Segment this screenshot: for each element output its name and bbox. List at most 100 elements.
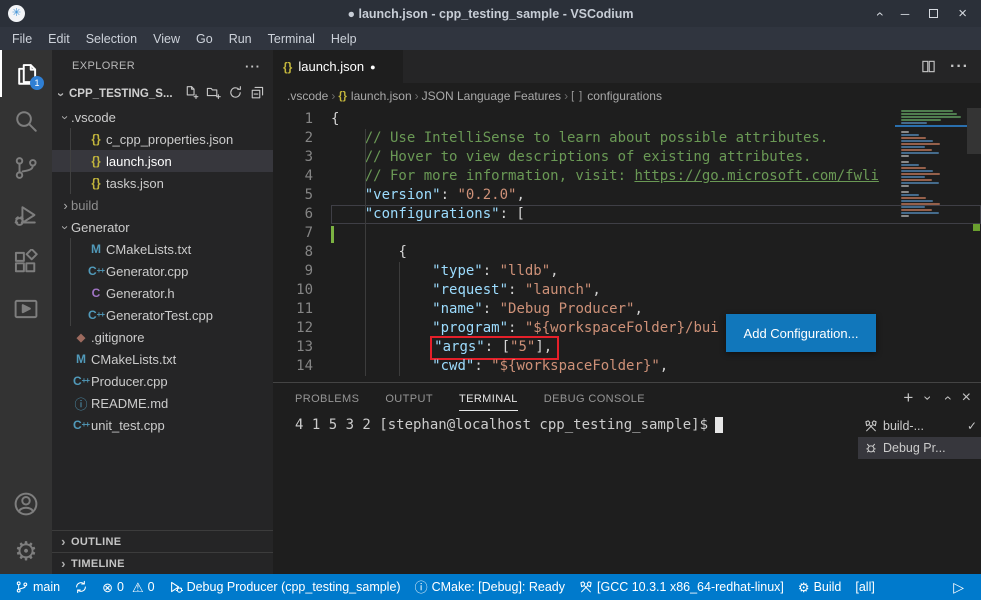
terminal-instance-build-[interactable]: build-...✓: [858, 415, 981, 437]
new-folder-icon[interactable]: [206, 85, 221, 103]
tree-item--gitignore[interactable]: ◆.gitignore: [52, 326, 273, 348]
code-line-4[interactable]: 4 // For more information, visit: https:…: [273, 167, 981, 186]
close-window-icon[interactable]: ×: [958, 5, 967, 22]
breadcrumb-configurations[interactable]: [ ]configurations: [571, 89, 662, 103]
tree-item-cmakelists-txt[interactable]: MCMakeLists.txt: [52, 348, 273, 370]
terminal-dropdown-icon[interactable]: ›: [921, 396, 937, 401]
code-line-3[interactable]: 3 // Hover to view descriptions of exist…: [273, 148, 981, 167]
new-file-icon[interactable]: [184, 85, 199, 103]
scrollbar-slider[interactable]: [967, 108, 981, 154]
editor-scrollbar[interactable]: [967, 108, 981, 382]
vscodium-logo-icon: ✳: [8, 5, 25, 22]
status-debug[interactable]: Debug Producer (cpp_testing_sample): [162, 580, 408, 594]
cpp-file-icon: C++: [86, 264, 106, 278]
minimize-icon[interactable]: ─: [901, 7, 910, 21]
tree-item-generator[interactable]: ›Generator: [52, 216, 273, 238]
tree-item-tasks-json[interactable]: {}tasks.json: [52, 172, 273, 194]
project-root-row[interactable]: › CPP_TESTING_S...: [52, 82, 273, 106]
panel-tab-terminal[interactable]: TERMINAL: [459, 386, 518, 411]
header-file-icon: C: [86, 286, 106, 300]
section-timeline[interactable]: ›TIMELINE: [52, 552, 273, 574]
panel-tab-output[interactable]: OUTPUT: [385, 386, 433, 410]
overview-ruler-marker: [973, 224, 980, 231]
activity-settings-icon[interactable]: ⚙: [0, 527, 52, 574]
gutter-gap: [313, 186, 331, 205]
activity-explorer-icon[interactable]: 1: [0, 50, 52, 97]
status--all-[interactable]: [all]: [848, 580, 881, 594]
menu-help[interactable]: Help: [323, 30, 365, 48]
section-outline[interactable]: ›OUTLINE: [52, 530, 273, 552]
menu-go[interactable]: Go: [188, 30, 221, 48]
code-line-2[interactable]: 2 // Use IntelliSense to learn about pos…: [273, 129, 981, 148]
status-sync[interactable]: [67, 580, 95, 594]
tree-item-producer-cpp[interactable]: C++Producer.cpp: [52, 370, 273, 392]
status-build[interactable]: ⚙Build: [791, 580, 848, 594]
panel-tab-problems[interactable]: PROBLEMS: [295, 386, 359, 410]
status--gcc[interactable]: [GCC 10.3.1 x86_64-redhat-linux]: [572, 580, 791, 594]
sidebar-more-icon[interactable]: ···: [245, 59, 261, 74]
tree-item-generatortest-cpp[interactable]: C++GeneratorTest.cpp: [52, 304, 273, 326]
activity-source-control-icon[interactable]: [0, 144, 52, 191]
file-tree: ›.vscode{}c_cpp_properties.json{}launch.…: [52, 106, 273, 436]
code-editor[interactable]: 1{2 // Use IntelliSense to learn about p…: [273, 108, 981, 382]
split-editor-icon[interactable]: [921, 59, 936, 74]
code-line-14[interactable]: 14 "cwd": "${workspaceFolder}",: [273, 357, 981, 376]
menu-bar: FileEditSelectionViewGoRunTerminalHelp: [0, 27, 981, 50]
collapse-folders-icon[interactable]: [250, 85, 265, 103]
activity-extensions-icon[interactable]: [0, 238, 52, 285]
activity-run-debug-icon[interactable]: [0, 191, 52, 238]
tab-bar: {} launch.json ● ···: [273, 50, 981, 83]
code-line-7[interactable]: 7: [273, 224, 981, 243]
code-line-5[interactable]: 5 "version": "0.2.0",: [273, 186, 981, 205]
status-problems[interactable]: ⊗0⚠0: [95, 580, 161, 594]
menu-file[interactable]: File: [4, 30, 40, 48]
terminal[interactable]: 4 1 5 3 2 [stephan@localhost cpp_testing…: [273, 413, 858, 574]
minimap[interactable]: [895, 110, 967, 382]
tree-item-c-cpp-properties-json[interactable]: {}c_cpp_properties.json: [52, 128, 273, 150]
code-line-9[interactable]: 9 "type": "lldb",: [273, 262, 981, 281]
tree-item-readme-md[interactable]: ⓘREADME.md: [52, 392, 273, 414]
activity-test-panel-icon[interactable]: [0, 285, 52, 332]
status-main[interactable]: main: [8, 580, 67, 594]
menu-terminal[interactable]: Terminal: [260, 30, 323, 48]
shade-window-icon[interactable]: ›: [870, 11, 886, 16]
tab-label: launch.json: [298, 59, 364, 74]
status-cmake[interactable]: ⓘCMake: [Debug]: Ready: [408, 580, 572, 594]
new-terminal-icon[interactable]: +: [903, 388, 913, 408]
line-number: 3: [273, 148, 313, 167]
menu-edit[interactable]: Edit: [40, 30, 78, 48]
menu-view[interactable]: View: [145, 30, 188, 48]
editor-more-icon[interactable]: ···: [950, 58, 969, 76]
close-panel-icon[interactable]: ×: [962, 389, 971, 407]
panel-tab-debug-console[interactable]: DEBUG CONSOLE: [544, 386, 645, 410]
tree-item-launch-json[interactable]: {}launch.json: [52, 150, 273, 172]
tree-item-unit-test-cpp[interactable]: C++unit_test.cpp: [52, 414, 273, 436]
indent-guide: [70, 172, 86, 194]
tree-item-generator-cpp[interactable]: C++Generator.cpp: [52, 260, 273, 282]
info-icon: ⓘ: [415, 581, 428, 594]
maximize-icon[interactable]: [929, 9, 938, 18]
breadcrumb-launch-json[interactable]: {}launch.json: [338, 89, 411, 103]
maximize-panel-icon[interactable]: ›: [938, 396, 954, 401]
code-line-1[interactable]: 1{: [273, 110, 981, 129]
code-line-6[interactable]: 6 "configurations": [: [273, 205, 981, 224]
tree-item-cmakelists-txt[interactable]: MCMakeLists.txt: [52, 238, 273, 260]
activity-search-icon[interactable]: [0, 97, 52, 144]
check-icon: ✓: [967, 419, 977, 433]
tree-item--vscode[interactable]: ›.vscode: [52, 106, 273, 128]
explorer-actions: [184, 85, 265, 103]
status-launch-target[interactable]: ▷: [946, 580, 971, 594]
activity-account-icon[interactable]: [0, 480, 52, 527]
tree-item-build[interactable]: ›build: [52, 194, 273, 216]
code-line-8[interactable]: 8 {: [273, 243, 981, 262]
code-line-10[interactable]: 10 "request": "launch",: [273, 281, 981, 300]
menu-run[interactable]: Run: [221, 30, 260, 48]
breadcrumb-json-language-features[interactable]: JSON Language Features: [422, 89, 561, 103]
terminal-instance-debug-pr-[interactable]: Debug Pr...: [858, 437, 981, 459]
menu-selection[interactable]: Selection: [78, 30, 145, 48]
tab-launch-json[interactable]: {} launch.json ●: [273, 50, 403, 83]
refresh-explorer-icon[interactable]: [228, 85, 243, 103]
add-configuration-button[interactable]: Add Configuration...: [726, 314, 876, 352]
tree-item-generator-h[interactable]: CGenerator.h: [52, 282, 273, 304]
breadcrumb--vscode[interactable]: .vscode: [287, 89, 328, 103]
